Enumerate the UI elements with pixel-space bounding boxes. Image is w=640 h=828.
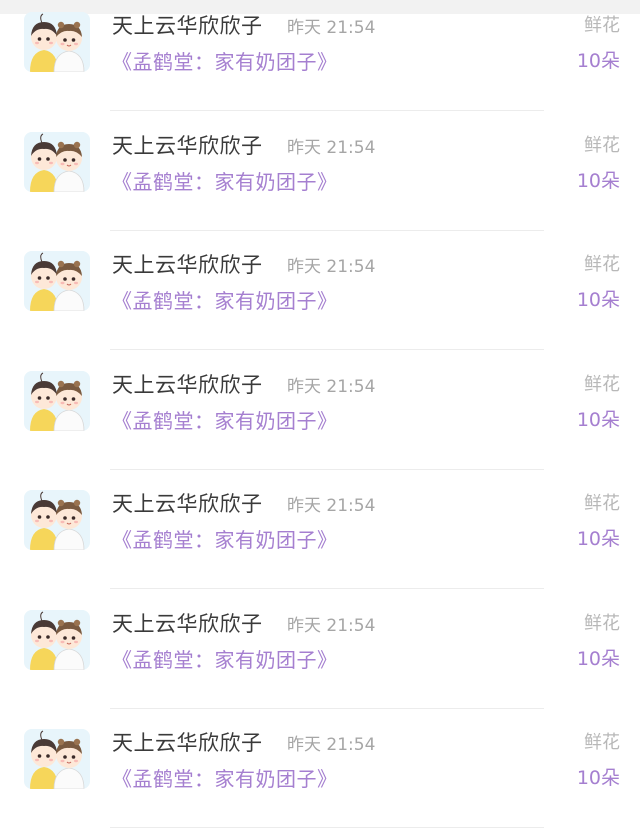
book-title-link[interactable]: 《孟鹤堂：家有奶团子》: [112, 524, 338, 553]
avatar[interactable]: [24, 12, 90, 72]
user-name[interactable]: 天上云华欣欣子: [112, 727, 263, 757]
list-item[interactable]: 天上云华欣欣子 昨天 21:54 《孟鹤堂：家有奶团子》 鲜花 10朵: [0, 590, 640, 709]
gift-type: 鲜花: [584, 612, 620, 634]
list-item[interactable]: 天上云华欣欣子 昨天 21:54 《孟鹤堂：家有奶团子》 鲜花 10朵: [0, 709, 640, 828]
book-title-link[interactable]: 《孟鹤堂：家有奶团子》: [112, 644, 338, 673]
gift-count: 10朵: [576, 647, 620, 670]
book-title-link[interactable]: 《孟鹤堂：家有奶团子》: [112, 166, 338, 195]
gift-type: 鲜花: [584, 732, 620, 753]
timestamp: 昨天 21:54: [287, 496, 376, 516]
gift-count: 10朵: [576, 408, 620, 431]
list-item[interactable]: 天上云华欣欣子 昨天 21:54 《孟鹤堂：家有奶团子》 鲜花 10朵: [0, 351, 640, 470]
avatar[interactable]: [24, 729, 90, 789]
user-name[interactable]: 天上云华欣欣子: [112, 10, 263, 40]
gift-type: 鲜花: [584, 134, 620, 156]
list-item[interactable]: 天上云华欣欣子 昨天 21:54 《孟鹤堂：家有奶团子》 鲜花 10朵: [0, 112, 640, 231]
book-title-link[interactable]: 《孟鹤堂：家有奶团子》: [112, 405, 338, 434]
avatar[interactable]: [24, 609, 90, 670]
timestamp: 昨天 21:54: [287, 257, 376, 277]
timestamp: 昨天 21:54: [287, 735, 376, 755]
book-title-link[interactable]: 《孟鹤堂：家有奶团子》: [112, 763, 338, 792]
timestamp: 昨天 21:54: [287, 615, 376, 636]
avatar[interactable]: [24, 251, 90, 311]
list-item[interactable]: 天上云华欣欣子 昨天 21:54 《孟鹤堂：家有奶团子》 鲜花 10朵: [0, 0, 640, 111]
gift-type: 鲜花: [584, 15, 620, 36]
user-name[interactable]: 天上云华欣欣子: [112, 130, 263, 160]
user-name[interactable]: 天上云华欣欣子: [112, 608, 263, 638]
gift-count: 10朵: [576, 767, 620, 789]
timestamp: 昨天 21:54: [287, 137, 376, 158]
user-name[interactable]: 天上云华欣欣子: [112, 369, 263, 399]
gift-count: 10朵: [576, 50, 620, 72]
avatar[interactable]: [24, 131, 90, 192]
avatar[interactable]: [24, 370, 90, 431]
book-title-link[interactable]: 《孟鹤堂：家有奶团子》: [112, 46, 338, 75]
list-item[interactable]: 天上云华欣欣子 昨天 21:54 《孟鹤堂：家有奶团子》 鲜花 10朵: [0, 231, 640, 350]
gift-type: 鲜花: [584, 254, 620, 275]
list-item[interactable]: 天上云华欣欣子 昨天 21:54 《孟鹤堂：家有奶团子》 鲜花 10朵: [0, 470, 640, 589]
timestamp: 昨天 21:54: [287, 18, 376, 38]
user-name[interactable]: 天上云华欣欣子: [112, 488, 263, 518]
gift-count: 10朵: [576, 169, 620, 192]
gift-count: 10朵: [576, 289, 620, 311]
gift-count: 10朵: [576, 528, 620, 550]
timestamp: 昨天 21:54: [287, 376, 376, 397]
gift-type: 鲜花: [584, 493, 620, 514]
user-name[interactable]: 天上云华欣欣子: [112, 249, 263, 279]
gift-type: 鲜花: [584, 373, 620, 395]
avatar[interactable]: [24, 490, 90, 550]
book-title-link[interactable]: 《孟鹤堂：家有奶团子》: [112, 285, 338, 314]
